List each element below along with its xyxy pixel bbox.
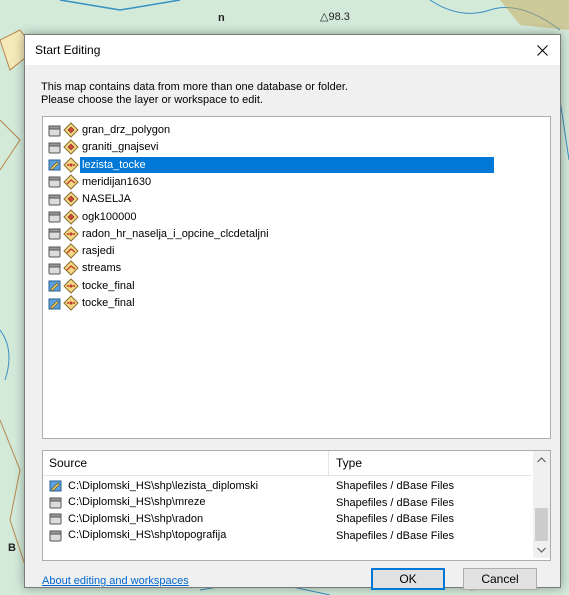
type-cell: Shapefiles / dBase Files [336, 480, 455, 492]
source-path: C:\Diplomski_HS\shp\radon [68, 512, 204, 525]
workspace-icon [48, 142, 61, 154]
polygon-layer-icon [63, 191, 79, 207]
column-divider[interactable] [328, 451, 329, 475]
source-cell: C:\Diplomski_HS\shp\radon [49, 512, 203, 525]
source-path: C:\Diplomski_HS\shp\topografija [68, 529, 227, 541]
layer-item[interactable]: rasjedi [48, 243, 116, 259]
scroll-thumb[interactable] [535, 508, 548, 541]
point-layer-icon [63, 156, 79, 173]
type-cell: Shapefiles / dBase Files [336, 529, 455, 542]
layer-item-label: streams [82, 262, 122, 275]
layer-item[interactable]: gran_drz_polygon [48, 122, 172, 138]
map-label-elevation-value: 98.3 [328, 11, 350, 23]
layer-item[interactable]: tocke_final [48, 295, 137, 311]
workspace-icon [48, 246, 61, 258]
line-layer-icon [63, 174, 79, 190]
layer-item-label: ogk100000 [82, 210, 137, 223]
layer-item[interactable]: ogk100000 [48, 208, 138, 225]
layer-item-label: meridijan1630 [82, 175, 152, 188]
map-label-elevation: △98.3 [320, 11, 350, 23]
line-layer-icon [63, 243, 79, 259]
layer-item[interactable]: graniti_gnajsevi [48, 139, 160, 156]
workspace-icon [48, 176, 61, 188]
point-layer-icon [63, 295, 79, 311]
workspace-icon [48, 263, 61, 275]
workspace-icon [48, 228, 61, 240]
workspace-icon [49, 513, 62, 525]
polygon-layer-icon [63, 208, 79, 225]
type-cell: Shapefiles / dBase Files [336, 496, 455, 509]
polygon-layer-icon [63, 139, 79, 156]
editable-workspace-icon [48, 159, 61, 171]
editable-workspace-icon [48, 280, 61, 292]
layer-list[interactable]: gran_drz_polygon graniti_gnajsevi lezista_… [42, 116, 551, 439]
layer-item-label: lezista_tocke [80, 156, 494, 173]
workspace-icon [48, 194, 61, 206]
about-editing-link[interactable]: About editing and workspaces [42, 575, 189, 587]
layer-item-label: radon_hr_naselja_i_opcine_clcdetaljni [82, 227, 269, 240]
table-row[interactable]: C:\Diplomski_HS\shp\mreze Shapefiles / dB… [43, 496, 531, 512]
layer-item[interactable]: NASELJA [48, 191, 133, 207]
cancel-button[interactable]: Cancel [463, 568, 537, 590]
polygon-layer-icon [63, 122, 79, 138]
dialog-title: Start Editing [35, 43, 101, 57]
dialog-instructions: This map contains data from more than on… [41, 81, 348, 107]
layer-item-label: NASELJA [82, 193, 131, 206]
line-layer-icon [63, 260, 79, 277]
table-row[interactable]: C:\Diplomski_HS\shp\lezista_diplomski Sha… [43, 479, 531, 495]
scroll-up-button[interactable] [533, 451, 550, 468]
layer-item[interactable]: tocke_final [48, 277, 137, 294]
table-row[interactable]: C:\Diplomski_HS\shp\radon Shapefiles / dB… [43, 512, 531, 528]
layer-item-label: tocke_final [82, 297, 135, 309]
source-path: C:\Diplomski_HS\shp\lezista_diplomski [68, 479, 259, 492]
dialog-titlebar[interactable]: Start Editing [25, 35, 560, 65]
scroll-down-button[interactable] [533, 541, 550, 558]
layer-item[interactable]: lezista_tocke [48, 156, 494, 173]
source-table[interactable]: Source Type C:\Diplomski_HS\shp\lezista_… [42, 450, 551, 561]
instructions-line-1: This map contains data from more than on… [41, 81, 348, 93]
chevron-down-icon [537, 547, 546, 553]
layer-item-label: gran_drz_polygon [82, 124, 171, 136]
source-cell: C:\Diplomski_HS\shp\topografija [49, 529, 226, 542]
table-row[interactable]: C:\Diplomski_HS\shp\topografija Shapefile… [43, 529, 531, 545]
editable-workspace-icon [49, 480, 62, 492]
column-header-type[interactable]: Type [336, 456, 362, 470]
chevron-up-icon [537, 456, 546, 462]
map-label-c: B [8, 542, 16, 554]
column-header-source[interactable]: Source [49, 456, 87, 470]
layer-item-label: rasjedi [82, 245, 115, 258]
workspace-icon [48, 211, 61, 223]
instructions-line-2: Please choose the layer or workspace to … [41, 94, 263, 106]
source-path: C:\Diplomski_HS\shp\mreze [68, 496, 206, 508]
source-cell: C:\Diplomski_HS\shp\lezista_diplomski [49, 479, 258, 492]
table-header: Source Type [43, 451, 531, 476]
layer-item[interactable]: streams [48, 260, 123, 277]
layer-item[interactable]: meridijan1630 [48, 174, 153, 190]
start-editing-dialog: Start Editing This map contains data fro… [24, 34, 561, 590]
map-label-a: n [218, 12, 225, 24]
vertical-scrollbar[interactable] [533, 451, 550, 558]
workspace-icon [49, 497, 62, 508]
editable-workspace-icon [48, 298, 61, 309]
layer-item-label: tocke_final [82, 279, 135, 292]
source-cell: C:\Diplomski_HS\shp\mreze [49, 496, 206, 509]
point-layer-icon [63, 277, 79, 294]
workspace-icon [48, 125, 61, 136]
close-icon [536, 44, 548, 56]
layer-item[interactable]: radon_hr_naselja_i_opcine_clcdetaljni [48, 226, 271, 242]
workspace-icon [49, 530, 62, 541]
close-button[interactable] [524, 35, 560, 65]
ok-button[interactable]: OK [371, 568, 445, 590]
layer-item-label: graniti_gnajsevi [82, 141, 159, 154]
type-cell: Shapefiles / dBase Files [336, 513, 455, 525]
point-layer-icon [63, 226, 79, 242]
